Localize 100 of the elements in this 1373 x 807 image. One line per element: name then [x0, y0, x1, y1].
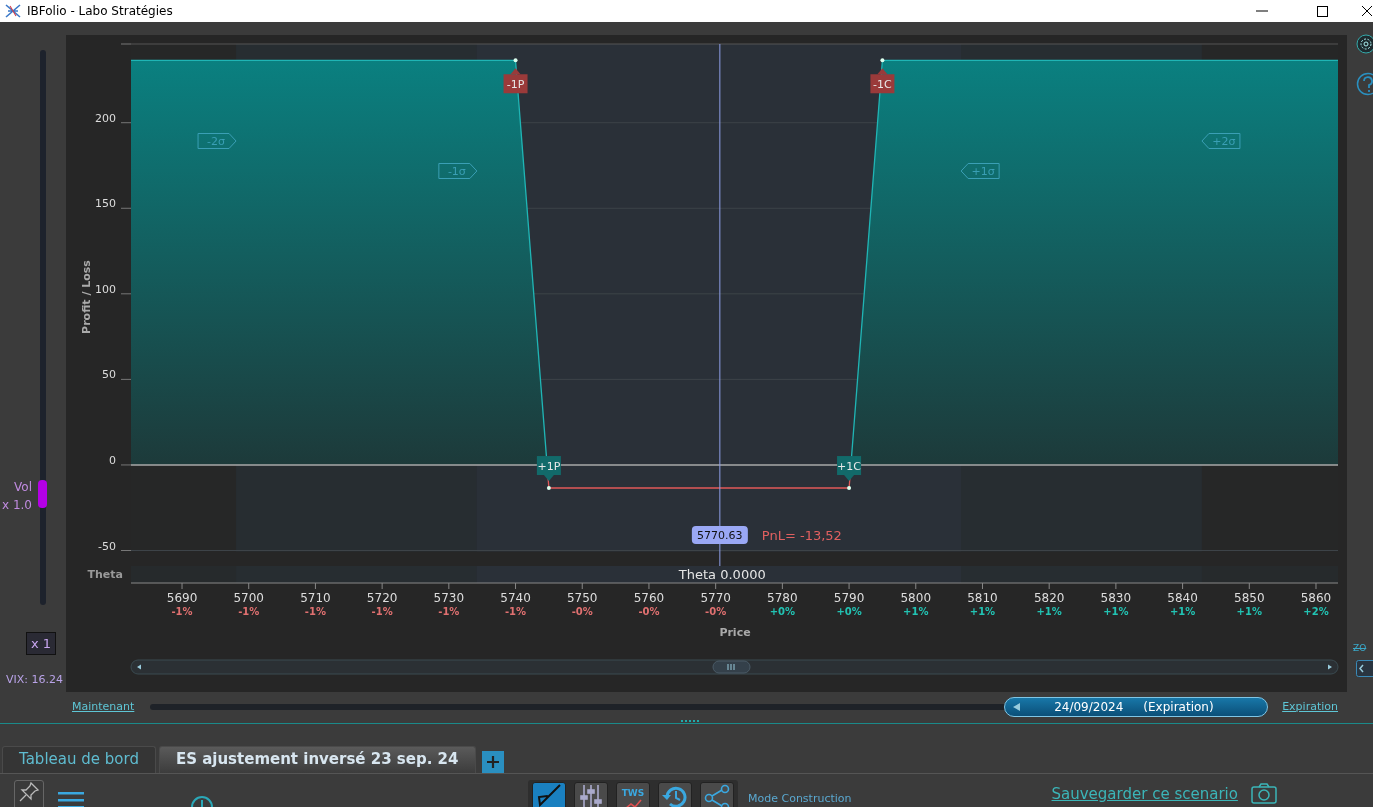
annotation: +1C — [837, 460, 862, 474]
x-tick-label: 5780 — [767, 591, 798, 605]
ref-line-label: 5770.63 — [697, 529, 743, 542]
change-label: +1% — [1036, 606, 1062, 617]
y-tick-label: 150 — [95, 197, 116, 211]
save-scenario-link[interactable]: Sauvegarder ce scenario — [1051, 783, 1238, 806]
x-tick-label: 5770 — [700, 591, 731, 605]
annotation: -1P — [506, 78, 525, 92]
x-tick-label: 5840 — [1167, 591, 1198, 605]
change-label: -0% — [705, 606, 727, 617]
annotation: -1C — [873, 78, 893, 92]
change-label: +1% — [1103, 606, 1129, 617]
tab[interactable]: Tableau de bord — [2, 746, 156, 773]
change-label: -0% — [638, 606, 660, 617]
sigma-tag: -1σ — [438, 163, 478, 179]
close-icon[interactable] — [1361, 5, 1373, 17]
change-label: -1% — [304, 606, 326, 617]
x-tick-label: 5790 — [833, 591, 865, 605]
sliders-icon — [578, 783, 604, 807]
sliders-tool-button[interactable] — [574, 782, 608, 807]
date-slider-handle[interactable]: 24/09/2024 (Expiration) — [1004, 697, 1269, 717]
x-tick-label: 5740 — [500, 591, 531, 605]
vix-value: VIX: 16.24 — [6, 672, 63, 688]
plus-icon — [485, 755, 500, 769]
change-label: -1% — [171, 606, 193, 617]
y-tick-label: -50 — [98, 539, 116, 553]
expiration-note: (Expiration) — [1143, 699, 1214, 716]
x-tick-label: 5690 — [166, 591, 198, 605]
share-icon — [703, 783, 731, 807]
date-slider[interactable]: 24/09/2024 (Expiration) — [150, 697, 1269, 717]
change-label: -0% — [571, 606, 593, 617]
trowel-tool-button[interactable] — [532, 782, 566, 807]
help-icon[interactable] — [1356, 72, 1373, 96]
x-tick-label: 5830 — [1100, 591, 1132, 605]
mode-label: Mode Construction — [748, 792, 852, 805]
x-tick-label: 5810 — [967, 591, 998, 605]
x-tick-label: 5860 — [1300, 591, 1332, 605]
pin-button[interactable] — [14, 780, 44, 807]
change-label: +1% — [1236, 606, 1262, 617]
curve-point — [513, 58, 518, 63]
zoom-button[interactable] — [1356, 660, 1373, 677]
x-tick-label: 5700 — [233, 591, 264, 605]
change-label: -1% — [505, 606, 527, 617]
x-tick-label: 5760 — [633, 591, 665, 605]
x-tick-label: 5800 — [900, 591, 932, 605]
settings-icon[interactable] — [1356, 34, 1373, 54]
slider-thumb[interactable] — [38, 480, 47, 508]
change-label: +0% — [769, 606, 796, 617]
window-title: IBFolio - Labo Stratégies — [27, 3, 173, 20]
splitter-handle[interactable] — [681, 720, 701, 723]
x-tick-label: 5850 — [1234, 591, 1265, 605]
change-label: -1% — [438, 606, 460, 617]
sigma-tag: +1σ — [960, 163, 1000, 179]
scale-button[interactable]: x 1 — [26, 632, 56, 655]
history-tool-button[interactable] — [658, 782, 692, 807]
x-tick-label: 5730 — [433, 591, 465, 605]
sigma-tag: -2σ — [197, 133, 237, 149]
x-tick-label: 5710 — [300, 591, 331, 605]
y-tick-label: 50 — [102, 368, 116, 382]
app-logo-icon — [5, 4, 21, 18]
curve-point — [546, 486, 551, 491]
add-tab-button[interactable] — [481, 751, 504, 773]
y-tick-label: 100 — [95, 282, 116, 296]
y-tick-label: 200 — [95, 111, 116, 125]
change-label: -1% — [238, 606, 260, 617]
vol-label: Vol — [13, 479, 32, 496]
y-tick-label: 0 — [109, 453, 116, 467]
price-marker: 5770.63 — [691, 526, 748, 544]
x-tick-label: 5820 — [1033, 591, 1065, 605]
x-axis-label: Price — [719, 626, 751, 639]
vol-multiplier: x 1.0 — [2, 497, 32, 514]
x-tick-label: 5750 — [567, 591, 598, 605]
expiration-date: 24/09/2024 — [1054, 699, 1124, 716]
tws-button[interactable]: TWS — [616, 782, 650, 807]
share-tool-button[interactable] — [700, 782, 734, 807]
annotation: +1P — [537, 460, 561, 474]
change-label: +1% — [903, 606, 929, 617]
theta-value: Theta 0.0000 — [678, 567, 766, 582]
pnl-value: PnL= -13,52 — [761, 528, 842, 543]
change-label: +1% — [969, 606, 996, 617]
horizontal-scrollbar[interactable] — [130, 659, 1339, 675]
left-arrow-icon — [1013, 703, 1022, 711]
camera-icon[interactable] — [1250, 782, 1277, 804]
x-tick-label: 5720 — [366, 591, 398, 605]
maximize-icon[interactable] — [1316, 5, 1328, 17]
sigma-tag: +2σ — [1201, 133, 1241, 149]
trowel-icon — [536, 783, 562, 807]
change-label: -1% — [371, 606, 393, 617]
change-label: +2% — [1303, 606, 1329, 617]
pin-icon — [18, 781, 40, 803]
expiration-link[interactable]: Expiration — [1282, 698, 1338, 716]
menu-icon[interactable] — [58, 790, 84, 807]
change-label: +0% — [836, 606, 862, 617]
now-link[interactable]: Maintenant — [72, 698, 135, 716]
y-axis-label: Profit / Loss — [80, 260, 93, 334]
curve-point — [880, 58, 885, 63]
curve-point — [847, 486, 852, 491]
theta-label: Theta — [87, 568, 123, 581]
change-label: +1% — [1169, 606, 1196, 617]
tab[interactable]: ES ajustement inversé 23 sep. 24 — [158, 746, 476, 773]
